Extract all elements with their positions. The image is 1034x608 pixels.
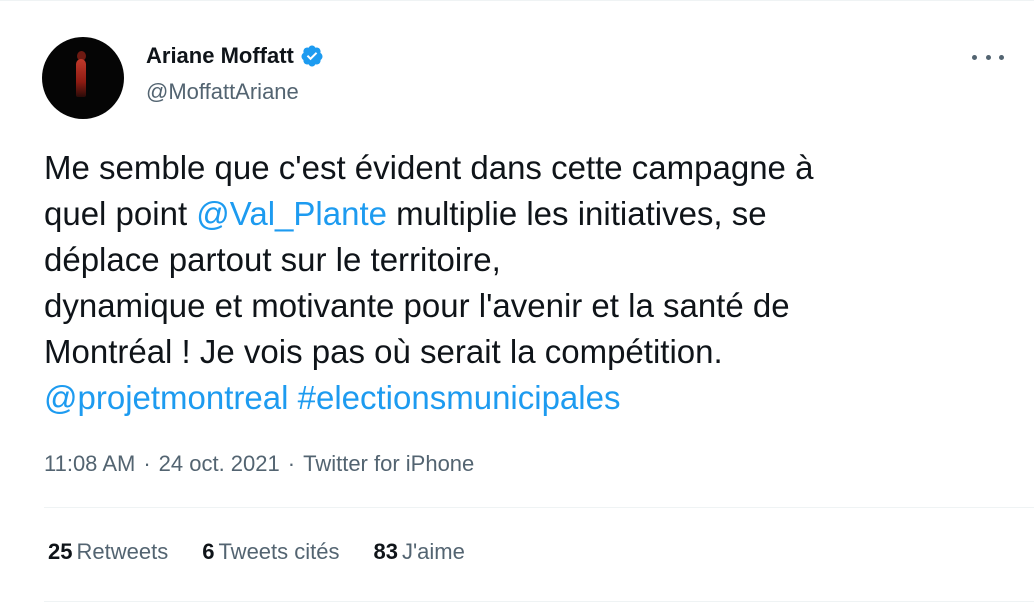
- meta-separator: ·: [287, 451, 296, 476]
- tweet-time[interactable]: 11:08 AM: [44, 451, 135, 477]
- tweet-text-line: Me semble que c'est évident dans cette c…: [44, 145, 1004, 191]
- quotes-count: 6: [202, 539, 215, 564]
- author-display-name[interactable]: Ariane Moffatt: [146, 43, 294, 69]
- quotes-label: Tweets cités: [218, 539, 340, 564]
- tweet-text: Me semble que c'est évident dans cette c…: [44, 145, 1004, 421]
- likes-count: 83: [373, 539, 398, 564]
- tweet-text-segment: multiplie les initiatives, se: [386, 195, 767, 232]
- tweet-text-line: Montréal ! Je vois pas où serait la comp…: [44, 329, 1004, 375]
- tweet-source[interactable]: Twitter for iPhone: [303, 451, 474, 477]
- tweet-meta: 11:08 AM · 24 oct. 2021 · Twitter for iP…: [44, 451, 474, 477]
- more-dot: [999, 54, 1004, 60]
- tweet-text-segment: [288, 379, 297, 416]
- tweet-text-line: quel point @Val_Plante multiplie les ini…: [44, 191, 1004, 237]
- tweet-text-segment: Montréal ! Je vois pas où serait la comp…: [44, 333, 723, 370]
- tweet-card: Ariane Moffatt @MoffattAriane Me semble …: [0, 0, 1034, 608]
- divider: [44, 601, 1034, 602]
- tweet-text-segment: Me semble que c'est évident dans cette c…: [44, 149, 814, 186]
- retweets-count: 25: [48, 539, 73, 564]
- tweet-date[interactable]: 24 oct. 2021: [159, 451, 280, 477]
- tweet-text-line: déplace partout sur le territoire,: [44, 237, 1004, 283]
- mention-link[interactable]: @projetmontreal: [44, 379, 288, 416]
- retweets-label: Retweets: [76, 539, 169, 564]
- mention-link[interactable]: @Val_Plante: [196, 195, 387, 232]
- likes-stat[interactable]: 83 J'aime: [374, 539, 465, 565]
- tweet-text-line: @projetmontreal #electionsmunicipales: [44, 375, 1004, 421]
- meta-separator: ·: [143, 451, 151, 476]
- avatar[interactable]: [42, 37, 124, 119]
- tweet-text-segment: quel point: [44, 195, 197, 232]
- more-dot: [972, 54, 977, 60]
- more-horizontal-icon[interactable]: [972, 45, 1004, 69]
- avatar-figure: [76, 59, 86, 97]
- tweet-text-line: dynamique et motivante pour l'avenir et …: [44, 283, 1004, 329]
- tweet-text-segment: dynamique et motivante pour l'avenir et …: [44, 287, 790, 324]
- tweet-text-segment: déplace partout sur le territoire,: [44, 241, 501, 278]
- divider: [44, 507, 1034, 508]
- tweet-stats: 25 Retweets 6 Tweets cités 83 J'aime: [48, 539, 499, 565]
- likes-label: J'aime: [401, 539, 465, 564]
- quotes-stat[interactable]: 6 Tweets cités: [202, 539, 339, 565]
- verified-badge-icon: [301, 45, 323, 67]
- hashtag-link[interactable]: #electionsmunicipales: [298, 379, 621, 416]
- more-dot: [985, 54, 991, 60]
- author-handle[interactable]: @MoffattAriane: [146, 79, 299, 105]
- author-name-row[interactable]: Ariane Moffatt: [146, 43, 324, 69]
- retweets-stat[interactable]: 25 Retweets: [48, 539, 168, 565]
